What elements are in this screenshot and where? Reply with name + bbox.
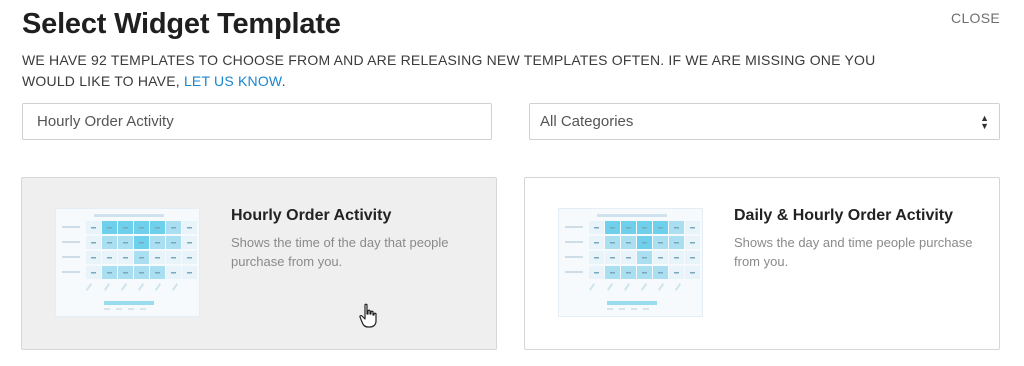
category-select-value: All Categories bbox=[540, 113, 634, 130]
template-description: Shows the day and time people purchase f… bbox=[734, 235, 973, 269]
template-title: Daily & Hourly Order Activity bbox=[734, 207, 954, 224]
dialog-title: Select Widget Template bbox=[22, 8, 341, 40]
template-card-hourly-order-activity[interactable]: Hourly Order Activity Shows the time of … bbox=[21, 177, 497, 350]
heatmap-thumbnail-graphic bbox=[62, 214, 197, 310]
template-title: Hourly Order Activity bbox=[231, 207, 392, 224]
hand-pointer-icon bbox=[359, 303, 377, 328]
intro-text: WE HAVE 92 TEMPLATES TO CHOOSE FROM AND … bbox=[22, 50, 922, 92]
heatmap-thumbnail-graphic bbox=[565, 214, 700, 310]
intro-period: . bbox=[281, 73, 286, 89]
close-button[interactable]: CLOSE bbox=[951, 10, 1000, 26]
template-search-input[interactable] bbox=[22, 103, 492, 140]
intro-message: WE HAVE 92 TEMPLATES TO CHOOSE FROM AND … bbox=[22, 52, 876, 89]
category-select[interactable]: All Categories ▲ ▼ bbox=[529, 103, 1000, 140]
template-description: Shows the time of the day that people pu… bbox=[231, 235, 449, 269]
template-card-daily-hourly-order-activity[interactable]: Daily & Hourly Order Activity Shows the … bbox=[524, 177, 1000, 350]
heatmap-thumbnail bbox=[55, 208, 200, 317]
let-us-know-link[interactable]: LET US KNOW bbox=[184, 73, 282, 89]
heatmap-thumbnail bbox=[558, 208, 703, 317]
up-down-arrows-icon: ▲ ▼ bbox=[980, 112, 989, 131]
